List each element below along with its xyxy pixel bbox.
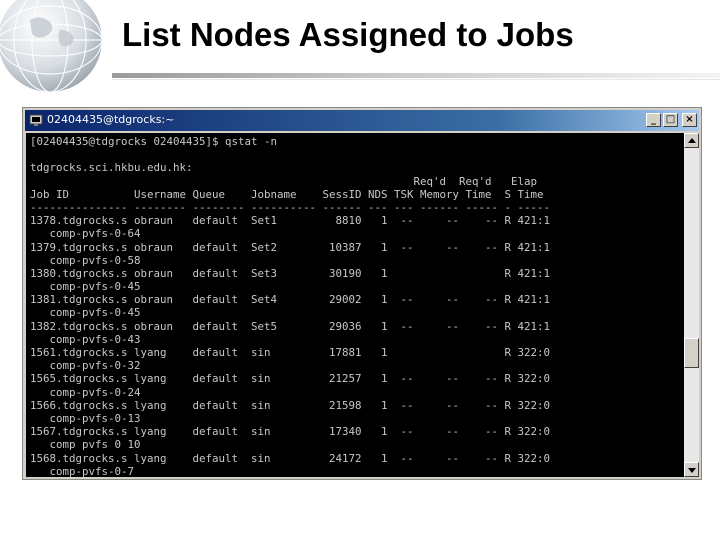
terminal-line: Req'd Req'd Elap — [30, 174, 538, 188]
window-titlebar[interactable]: 02404435@tdgrocks:~ _ □ × — [25, 110, 699, 131]
globe-logo-icon — [0, 0, 103, 93]
terminal-line: tdgrocks.sci.hkbu.edu.hk: — [30, 161, 193, 175]
terminal-output[interactable]: [02404435@tdgrocks 02404435]$ qstat -n td… — [26, 133, 684, 477]
terminal-line: 1381.tdgrocks.s obraun default Set4 2900… — [30, 293, 551, 307]
terminal-line: 1378.tdgrocks.s obraun default Set1 8810… — [30, 214, 551, 228]
terminal-line: 1379.tdgrocks.s obraun default Set2 1038… — [30, 240, 551, 254]
title-divider-thin — [112, 79, 720, 80]
terminal-line: 1561.tdgrocks.s lyang default sin 17881 … — [30, 346, 551, 359]
terminal-line: comp-pvfs-0-43 — [30, 332, 141, 346]
minimize-button[interactable]: _ — [646, 113, 661, 127]
terminal-line: comp-pvfs-0-7 — [30, 464, 135, 477]
terminal-line: 1567.tdgrocks.s lyang default sin 17340 … — [30, 425, 551, 439]
terminal-line: 1566.tdgrocks.s lyang default sin 21598 … — [30, 398, 551, 412]
close-button[interactable]: × — [682, 113, 697, 127]
terminal-line: comp-pvfs-0-45 — [30, 280, 141, 294]
terminal-line: 1382.tdgrocks.s obraun default Set5 2903… — [30, 319, 551, 333]
arrow-up-icon — [688, 138, 696, 143]
terminal-line: 1568.tdgrocks.s lyang default sin 24172 … — [30, 451, 551, 465]
terminal-window: 02404435@tdgrocks:~ _ □ × [02404435@tdgr… — [22, 107, 702, 480]
terminal-line: comp-pvfs-0-32 — [30, 359, 141, 373]
scroll-down-button[interactable] — [684, 462, 699, 477]
terminal-line: 1380.tdgrocks.s obraun default Set3 3019… — [30, 266, 551, 280]
terminal-line: comp-pvfs-0-64 — [30, 227, 141, 241]
terminal-text: [02404435@tdgrocks 02404435]$ qstat -n td… — [30, 135, 550, 477]
terminal-line: Job ID Username Queue Jobname SessID NDS… — [30, 187, 544, 201]
arrow-down-icon — [688, 468, 696, 473]
scroll-up-button[interactable] — [684, 133, 699, 148]
slide-title: List Nodes Assigned to Jobs — [122, 16, 574, 53]
terminal-line: comp pvfs 0 10 — [30, 438, 141, 452]
putty-app-icon[interactable] — [29, 113, 43, 127]
terminal-line: 1565.tdgrocks.s lyang default sin 21257 … — [30, 372, 551, 386]
title-divider — [112, 73, 720, 78]
terminal-line: comp-pvfs-0-24 — [30, 385, 141, 399]
maximize-button[interactable]: □ — [663, 113, 678, 127]
terminal-line: --------------- -------- -------- ------… — [30, 200, 551, 214]
scrollbar-thumb[interactable] — [684, 338, 699, 368]
terminal-line: comp-pvfs-0-45 — [30, 306, 141, 320]
terminal-line: comp-pvfs-0-58 — [30, 253, 141, 267]
window-title: 02404435@tdgrocks:~ — [47, 113, 175, 126]
terminal-line: comp-pvfs-0-13 — [30, 411, 141, 425]
terminal-line: [02404435@tdgrocks 02404435]$ qstat -n — [30, 135, 278, 148]
vertical-scrollbar[interactable] — [684, 133, 699, 477]
